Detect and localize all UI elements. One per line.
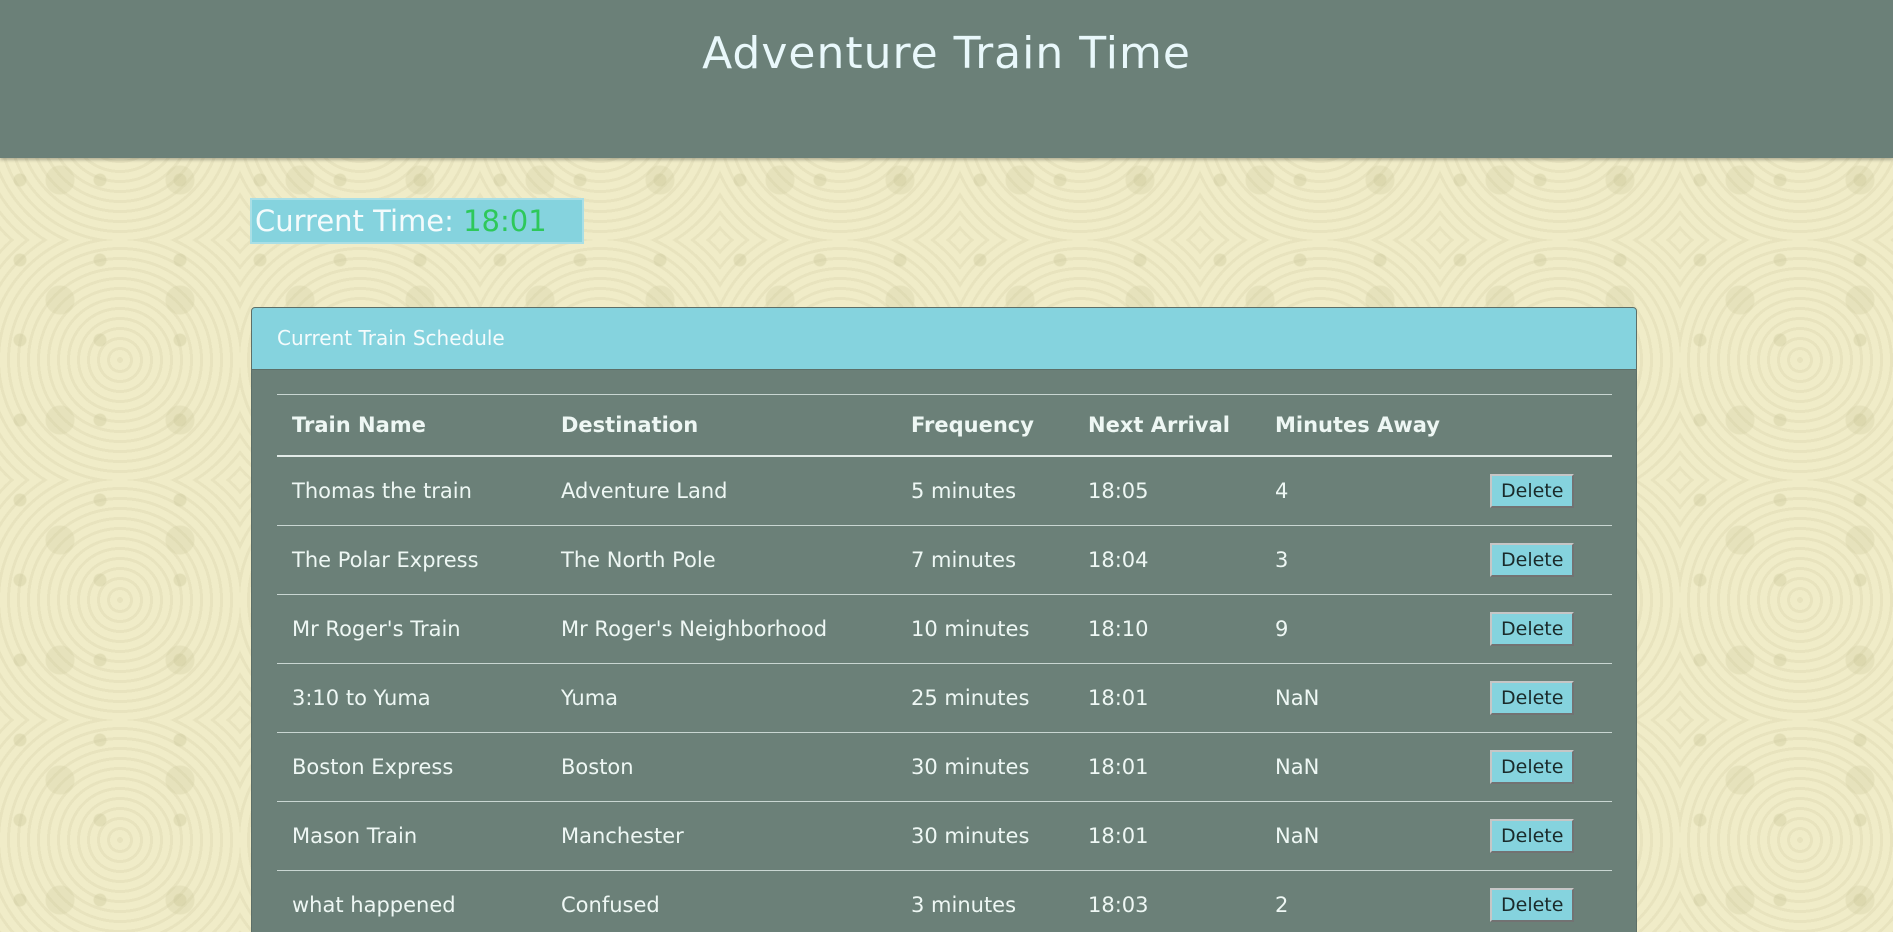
cell-actions: Delete: [1475, 870, 1612, 932]
cell-destination: Yuma: [546, 663, 896, 733]
cell-train-name: what happened: [277, 870, 546, 932]
train-schedule-panel: Current Train Schedule Train Name Destin…: [251, 307, 1637, 932]
column-header-destination: Destination: [546, 394, 896, 457]
cell-actions: Delete: [1475, 594, 1612, 664]
cell-destination: Confused: [546, 870, 896, 932]
cell-minutes-away: NaN: [1260, 732, 1475, 802]
cell-train-name: 3:10 to Yuma: [277, 663, 546, 733]
cell-next-arrival: 18:01: [1073, 663, 1260, 733]
cell-frequency: 5 minutes: [896, 455, 1073, 526]
cell-train-name: Thomas the train: [277, 455, 546, 526]
column-header-frequency: Frequency: [896, 394, 1073, 457]
cell-actions: Delete: [1475, 525, 1612, 595]
current-time-display: Current Time: 18:01: [250, 198, 584, 244]
current-time-value: 18:01: [463, 204, 547, 238]
table-row: The Polar Express The North Pole 7 minut…: [277, 525, 1612, 595]
table-header-row: Train Name Destination Frequency Next Ar…: [277, 394, 1612, 457]
delete-button[interactable]: Delete: [1490, 819, 1575, 853]
table-row: 3:10 to Yuma Yuma 25 minutes 18:01 NaN D…: [277, 663, 1612, 733]
delete-button[interactable]: Delete: [1490, 681, 1575, 715]
cell-frequency: 7 minutes: [896, 525, 1073, 595]
cell-minutes-away: 9: [1260, 594, 1475, 664]
cell-actions: Delete: [1475, 455, 1612, 526]
table-row: Mr Roger's Train Mr Roger's Neighborhood…: [277, 594, 1612, 664]
cell-minutes-away: NaN: [1260, 663, 1475, 733]
column-header-actions: [1475, 394, 1612, 457]
page-header: Adventure Train Time: [0, 0, 1893, 158]
delete-button[interactable]: Delete: [1490, 750, 1575, 784]
delete-button[interactable]: Delete: [1490, 612, 1575, 646]
cell-destination: Mr Roger's Neighborhood: [546, 594, 896, 664]
cell-frequency: 30 minutes: [896, 732, 1073, 802]
delete-button[interactable]: Delete: [1490, 888, 1575, 922]
cell-next-arrival: 18:01: [1073, 732, 1260, 802]
cell-destination: Adventure Land: [546, 455, 896, 526]
cell-frequency: 3 minutes: [896, 870, 1073, 932]
panel-heading: Current Train Schedule: [252, 308, 1636, 370]
table-row: Boston Express Boston 30 minutes 18:01 N…: [277, 732, 1612, 802]
column-header-minutes-away: Minutes Away: [1260, 394, 1475, 457]
page-title: Adventure Train Time: [702, 28, 1191, 79]
delete-button[interactable]: Delete: [1490, 474, 1575, 508]
cell-frequency: 10 minutes: [896, 594, 1073, 664]
delete-button[interactable]: Delete: [1490, 543, 1575, 577]
cell-next-arrival: 18:03: [1073, 870, 1260, 932]
cell-train-name: Mason Train: [277, 801, 546, 871]
table-row: Thomas the train Adventure Land 5 minute…: [277, 455, 1612, 526]
cell-minutes-away: NaN: [1260, 801, 1475, 871]
current-time-label: Current Time:: [255, 204, 464, 238]
cell-actions: Delete: [1475, 663, 1612, 733]
cell-train-name: The Polar Express: [277, 525, 546, 595]
cell-train-name: Boston Express: [277, 732, 546, 802]
cell-minutes-away: 4: [1260, 455, 1475, 526]
cell-next-arrival: 18:05: [1073, 455, 1260, 526]
train-schedule-table: Train Name Destination Frequency Next Ar…: [277, 394, 1612, 932]
cell-actions: Delete: [1475, 801, 1612, 871]
cell-next-arrival: 18:04: [1073, 525, 1260, 595]
cell-frequency: 30 minutes: [896, 801, 1073, 871]
table-row: what happened Confused 3 minutes 18:03 2…: [277, 870, 1612, 932]
table-row: Mason Train Manchester 30 minutes 18:01 …: [277, 801, 1612, 871]
cell-minutes-away: 3: [1260, 525, 1475, 595]
cell-destination: Boston: [546, 732, 896, 802]
cell-destination: Manchester: [546, 801, 896, 871]
cell-frequency: 25 minutes: [896, 663, 1073, 733]
cell-next-arrival: 18:01: [1073, 801, 1260, 871]
cell-actions: Delete: [1475, 732, 1612, 802]
cell-minutes-away: 2: [1260, 870, 1475, 932]
cell-train-name: Mr Roger's Train: [277, 594, 546, 664]
cell-next-arrival: 18:10: [1073, 594, 1260, 664]
cell-destination: The North Pole: [546, 525, 896, 595]
column-header-next-arrival: Next Arrival: [1073, 394, 1260, 457]
column-header-train-name: Train Name: [277, 394, 546, 457]
